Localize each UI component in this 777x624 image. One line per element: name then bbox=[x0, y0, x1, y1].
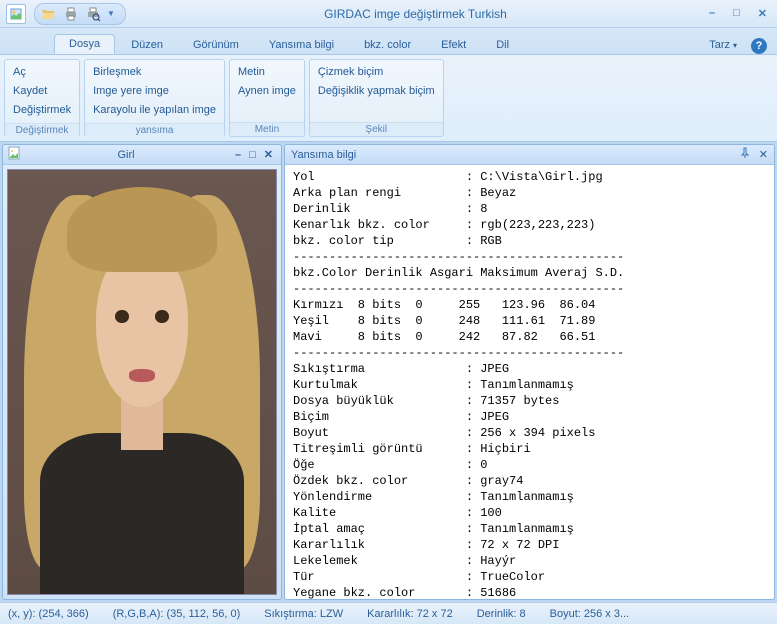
window-controls: – □ ✕ bbox=[705, 7, 771, 20]
ribbon: Aç Kaydet Değiştirmek Değiştirmek Birleşmek I… bbox=[0, 54, 777, 142]
print-icon[interactable] bbox=[63, 6, 79, 22]
ribbon-group--ekil: Çizmek biçim Değişiklik yapmak biçim Şekil bbox=[309, 59, 444, 137]
image-info-panel: Yansıma bilgi ✕ Yol : C:\Vista\Girl.jpg … bbox=[284, 144, 775, 600]
ribbon-group-metin: Metin Aynen imge Metin bbox=[229, 59, 305, 137]
tab-dosya[interactable]: Dosya bbox=[54, 34, 115, 54]
status-size: Boyut: 256 x 3... bbox=[550, 608, 630, 620]
window-title: GIRDAC imge değiştirmek Turkish bbox=[126, 7, 705, 21]
style-dropdown[interactable]: Tarz ▾ bbox=[701, 36, 745, 54]
image-canvas[interactable] bbox=[7, 169, 277, 595]
ribbon-cmd-birle-mek[interactable]: Birleşmek bbox=[93, 64, 216, 81]
image-child-window: Girl – □ ✕ bbox=[2, 144, 282, 600]
quick-access-toolbar: ▼ bbox=[34, 3, 126, 25]
chevron-down-icon: ▾ bbox=[733, 41, 737, 50]
ribbon-group-label: yansıma bbox=[85, 123, 224, 137]
ribbon-group-label: Şekil bbox=[310, 122, 443, 136]
status-resolution: Kararlılık: 72 x 72 bbox=[367, 608, 453, 620]
tab-efekt[interactable]: Efekt bbox=[427, 36, 480, 54]
panel-close-icon[interactable]: ✕ bbox=[759, 148, 768, 161]
child-close-button[interactable]: ✕ bbox=[260, 148, 277, 161]
child-window-titlebar[interactable]: Girl – □ ✕ bbox=[3, 145, 281, 165]
folder-open-icon[interactable] bbox=[41, 6, 57, 22]
ribbon-cmd-de-i-iklik-yapmak-bi-im[interactable]: Değişiklik yapmak biçim bbox=[318, 83, 435, 100]
tab-bkz-color[interactable]: bkz. color bbox=[350, 36, 425, 54]
ribbon-cmd--izmek-bi-im[interactable]: Çizmek biçim bbox=[318, 64, 435, 81]
status-compression: Sıkıştırma: LZW bbox=[264, 608, 343, 620]
child-minimize-button[interactable]: – bbox=[231, 149, 245, 161]
ribbon-cmd-imge-yere-imge[interactable]: Imge yere imge bbox=[93, 83, 216, 100]
ribbon-cmd-karayolu-ile-yap-lan-imge[interactable]: Karayolu ile yapılan imge bbox=[93, 102, 216, 119]
tab-g-r-n-m[interactable]: Görünüm bbox=[179, 36, 253, 54]
ribbon-cmd-aynen-imge[interactable]: Aynen imge bbox=[238, 83, 296, 100]
help-icon[interactable]: ? bbox=[751, 38, 767, 54]
print-preview-icon[interactable] bbox=[85, 6, 101, 22]
document-icon bbox=[7, 146, 21, 163]
ribbon-cmd-metin[interactable]: Metin bbox=[238, 64, 296, 81]
tab-d-zen[interactable]: Düzen bbox=[117, 36, 177, 54]
ribbon-group-label: Değiştirmek bbox=[5, 123, 79, 137]
app-icon[interactable] bbox=[6, 4, 26, 24]
close-button[interactable]: ✕ bbox=[754, 7, 771, 20]
status-rgba: (R,G,B,A): (35, 112, 56, 0) bbox=[113, 608, 241, 620]
ribbon-group-label: Metin bbox=[230, 122, 304, 136]
workspace: Girl – □ ✕ Yansıma bilgi ✕ bbox=[0, 142, 777, 602]
status-xy: (x, y): (254, 366) bbox=[8, 608, 89, 620]
ribbon-cmd-kaydet[interactable]: Kaydet bbox=[13, 83, 71, 100]
maximize-button[interactable]: □ bbox=[729, 7, 744, 20]
child-maximize-button[interactable]: □ bbox=[245, 149, 260, 161]
ribbon-group-yans-ma: Birleşmek Imge yere imge Karayolu ile yapı… bbox=[84, 59, 225, 137]
info-panel-body: Yol : C:\Vista\Girl.jpg Arka plan rengi … bbox=[285, 165, 774, 599]
title-bar: ▼ GIRDAC imge değiştirmek Turkish – □ ✕ bbox=[0, 0, 777, 28]
info-panel-header[interactable]: Yansıma bilgi ✕ bbox=[285, 145, 774, 165]
child-window-title: Girl bbox=[21, 149, 231, 161]
ribbon-tabs: DosyaDüzenGörünümYansıma bilgibkz. color… bbox=[0, 28, 777, 54]
tab-dil[interactable]: Dil bbox=[482, 36, 523, 54]
minimize-button[interactable]: – bbox=[705, 7, 719, 20]
qat-dropdown-icon[interactable]: ▼ bbox=[107, 9, 115, 18]
pin-icon[interactable] bbox=[739, 147, 751, 162]
ribbon-cmd-a-[interactable]: Aç bbox=[13, 64, 71, 81]
tab-yans-ma-bilgi[interactable]: Yansıma bilgi bbox=[255, 36, 348, 54]
status-bar: (x, y): (254, 366) (R,G,B,A): (35, 112, … bbox=[0, 602, 777, 624]
ribbon-group-de-i-tirmek: Aç Kaydet Değiştirmek Değiştirmek bbox=[4, 59, 80, 137]
ribbon-cmd-de-i-tirmek[interactable]: Değiştirmek bbox=[13, 102, 71, 119]
status-depth: Derinlik: 8 bbox=[477, 608, 526, 620]
info-panel-title: Yansıma bilgi bbox=[291, 149, 356, 161]
style-label: Tarz bbox=[709, 39, 730, 51]
